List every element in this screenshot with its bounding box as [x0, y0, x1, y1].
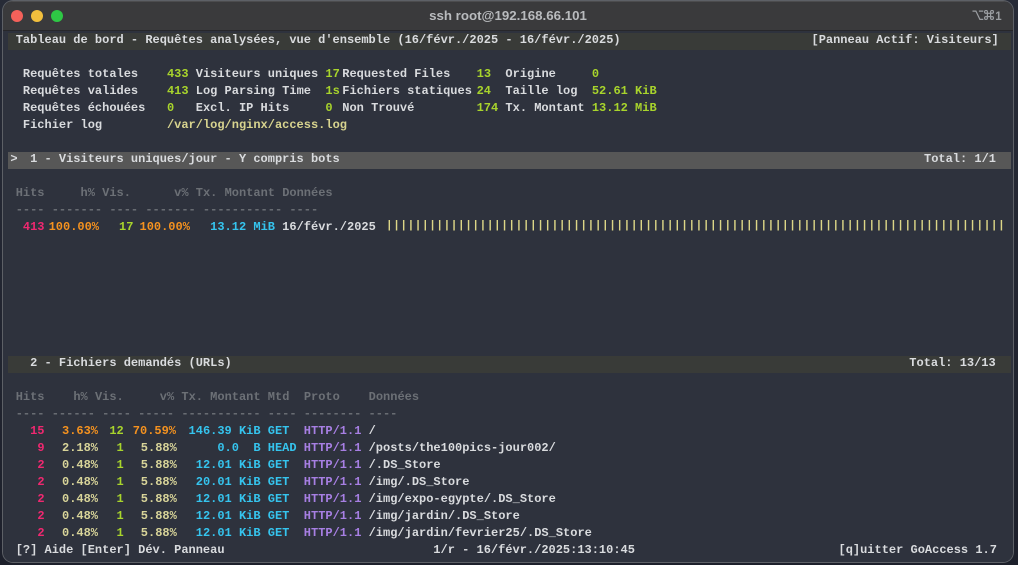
- svg-text:1: 1: [995, 10, 1002, 20]
